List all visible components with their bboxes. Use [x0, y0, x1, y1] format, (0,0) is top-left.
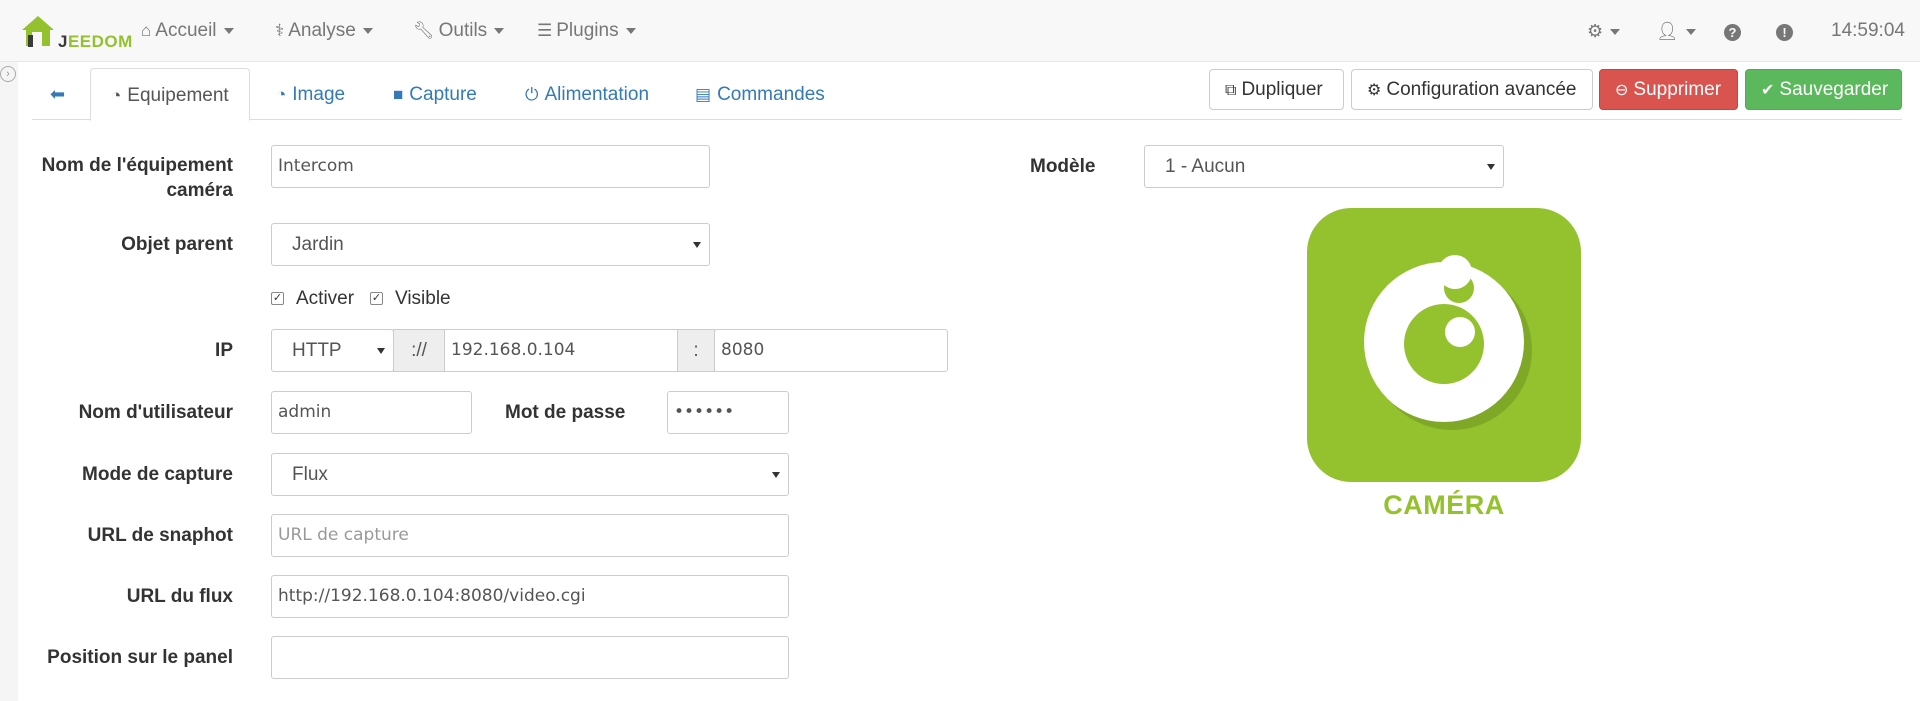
panel-position-input[interactable]	[271, 636, 789, 679]
stream-url-input[interactable]: http://192.168.0.104:8080/video.cgi	[271, 575, 789, 618]
ip-label: IP	[215, 340, 233, 361]
copy-icon: ⧉	[1225, 82, 1237, 99]
visible-label: Visible	[395, 288, 451, 309]
jeedom-logo[interactable]: JEEDOM	[18, 10, 132, 52]
name-label-line-1: Nom de l'équipement	[41, 155, 233, 176]
visible-checkbox[interactable]: ✓ Visible	[370, 286, 451, 311]
snapshot-label: URL de snaphot	[87, 525, 233, 546]
messages-button[interactable]: !	[1776, 0, 1793, 62]
scheme-separator: ://	[393, 329, 445, 372]
tachometer-icon: ◔	[276, 85, 287, 104]
capture-mode-label: Mode de capture	[82, 464, 233, 485]
advanced-config-button[interactable]: ⚙ Configuration avancée	[1351, 69, 1593, 110]
stethoscope-icon: ⚕	[275, 21, 285, 40]
power-icon: ⏻	[525, 85, 539, 104]
tab-capture[interactable]: ■ Capture	[373, 68, 497, 121]
parent-label: Objet parent	[121, 234, 233, 255]
clock: 14:59:04	[1831, 20, 1905, 41]
video-camera-icon: ■	[393, 85, 404, 104]
plugin-caption: CAMÉRA	[1383, 490, 1505, 520]
user-menu[interactable]: 👤︎	[1656, 0, 1696, 62]
house-icon	[22, 16, 54, 47]
nav-outils-label: Outils	[438, 20, 488, 41]
parent-select[interactable]: Jardin	[271, 223, 710, 266]
gears-icon: ⚙	[1587, 21, 1604, 41]
tab-equipement-label: Equipement	[127, 85, 229, 106]
stream-label: URL du flux	[126, 586, 233, 607]
tab-equipement[interactable]: ◔ Equipement	[90, 68, 250, 121]
back-button[interactable]: ⬅	[40, 68, 75, 121]
help-button[interactable]: ?	[1724, 0, 1741, 62]
activate-label: Activer	[296, 288, 355, 309]
password-label: Mot de passe	[505, 402, 626, 423]
minus-circle-icon: ⊖	[1615, 82, 1629, 99]
check-icon: ✓	[271, 292, 284, 306]
capture-mode-select[interactable]: Flux	[271, 453, 789, 496]
tab-capture-label: Capture	[409, 84, 477, 105]
caret-down-icon	[223, 27, 234, 34]
nav-analyse-label: Analyse	[288, 20, 356, 41]
arrow-circle-left-icon: ⬅	[50, 84, 66, 104]
model-select[interactable]: 1 - Aucun	[1144, 145, 1504, 188]
advanced-config-label: Configuration avancée	[1386, 79, 1577, 100]
username-label: Nom d'utilisateur	[78, 402, 233, 423]
protocol-select[interactable]: HTTP	[271, 329, 394, 372]
save-label: Sauvegarder	[1779, 79, 1889, 100]
nav-accueil[interactable]: ⌂ Accueil	[141, 0, 234, 62]
name-label-line-2: caméra	[166, 180, 233, 201]
tachometer-icon: ◔	[111, 86, 122, 105]
model-label: Modèle	[1030, 156, 1096, 177]
ip-input[interactable]: 192.168.0.104	[444, 329, 678, 372]
check-circle-icon: ✔	[1761, 82, 1775, 99]
side-strip	[0, 62, 18, 701]
nav-outils[interactable]: 🔧︎ Outils	[413, 0, 505, 62]
caret-down-icon	[494, 27, 505, 34]
check-icon: ✓	[370, 292, 383, 306]
name-input[interactable]: Intercom	[271, 145, 710, 188]
list-alt-icon: ▤	[695, 85, 712, 104]
sidebar-toggle-icon[interactable]: ›	[0, 66, 16, 82]
name-label: Nom de l'équipement caméra	[30, 153, 233, 203]
nav-analyse[interactable]: ⚕ Analyse	[275, 0, 373, 62]
panel-position-label: Position sur le panel	[47, 647, 233, 668]
caret-down-icon	[625, 27, 636, 34]
tab-image-label: Image	[292, 84, 346, 105]
nav-plugins[interactable]: ☰ Plugins	[537, 0, 636, 62]
list-icon: ☰	[537, 21, 553, 40]
caret-down-icon	[1685, 29, 1696, 36]
caret-down-icon	[362, 27, 373, 34]
tab-alimentation-label: Alimentation	[544, 84, 650, 105]
home-icon: ⌂	[141, 21, 152, 40]
wrench-icon: 🔧︎	[413, 21, 435, 40]
nav-plugins-label: Plugins	[556, 20, 619, 41]
question-icon: ?	[1724, 23, 1741, 41]
duplicate-label: Dupliquer	[1241, 79, 1323, 100]
tab-commandes[interactable]: ▤ Commandes	[675, 68, 845, 121]
port-input[interactable]: 8080	[714, 329, 948, 372]
delete-label: Supprimer	[1633, 79, 1722, 100]
tab-commandes-label: Commandes	[717, 84, 825, 105]
activate-checkbox[interactable]: ✓ Activer	[271, 286, 354, 311]
top-navbar: JEEDOM ⌂ Accueil ⚕ Analyse 🔧︎ Outils ☰ Plugi…	[0, 0, 1920, 62]
caret-down-icon	[1610, 29, 1621, 36]
camera-plugin-icon	[1307, 208, 1581, 482]
password-input[interactable]: ••••••	[667, 391, 789, 434]
duplicate-button[interactable]: ⧉ Dupliquer	[1209, 69, 1344, 110]
tab-image[interactable]: ◔ Image	[256, 68, 365, 121]
nav-accueil-label: Accueil	[155, 20, 217, 41]
settings-menu[interactable]: ⚙	[1587, 0, 1621, 62]
logo-text: JEEDOM	[58, 32, 133, 51]
user-icon: 👤︎	[1656, 21, 1679, 41]
snapshot-url-input[interactable]: URL de capture	[271, 514, 789, 557]
port-separator: :	[677, 329, 715, 372]
save-button[interactable]: ✔ Sauvegarder	[1745, 69, 1902, 110]
username-input[interactable]: admin	[271, 391, 472, 434]
exclamation-icon: !	[1776, 23, 1793, 41]
tab-alimentation[interactable]: ⏻ Alimentation	[505, 68, 669, 121]
delete-button[interactable]: ⊖ Supprimer	[1599, 69, 1738, 110]
cogs-icon: ⚙	[1367, 82, 1382, 99]
